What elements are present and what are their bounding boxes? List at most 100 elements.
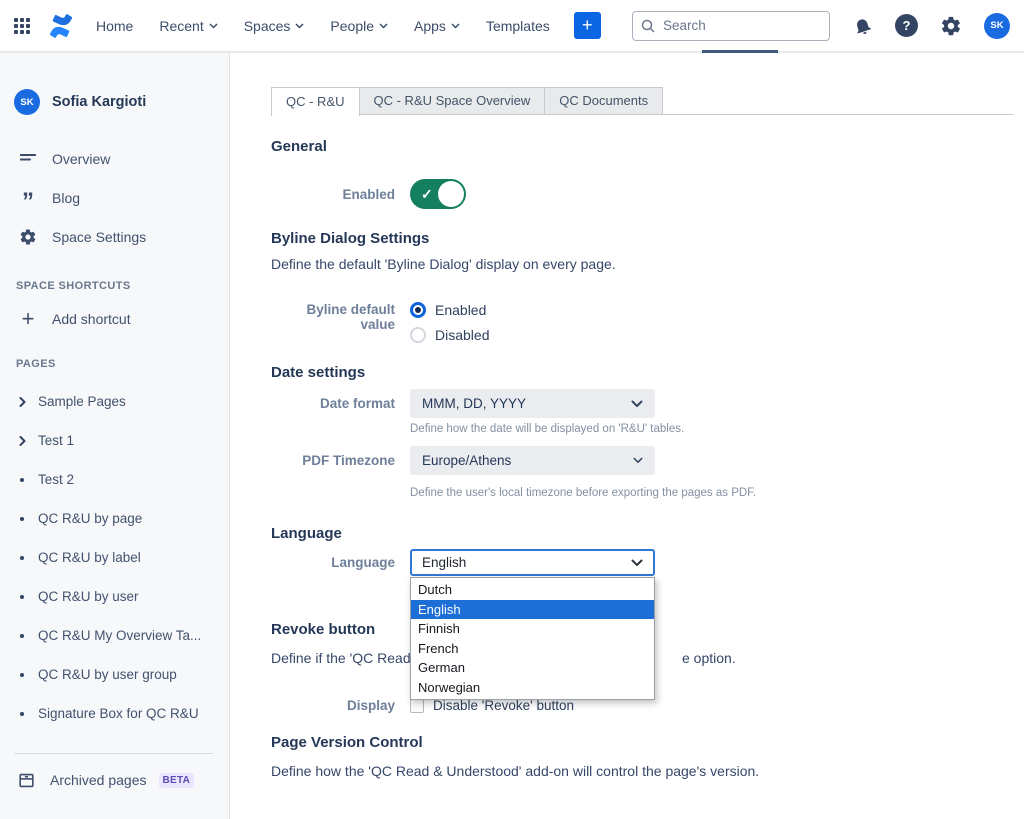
sidebar-item-label: Overview <box>52 151 110 167</box>
radio-option-disabled[interactable]: Disabled <box>410 327 489 343</box>
sidebar-nav: Overview ” Blog Space Settings <box>0 139 229 256</box>
date-format-label: Date format <box>271 396 395 411</box>
nav-spaces[interactable]: Spaces <box>244 18 305 34</box>
page-item[interactable]: QC R&U My Overview Ta... <box>0 616 229 655</box>
date-settings-heading: Date settings <box>271 364 1013 381</box>
nav-home[interactable]: Home <box>96 18 133 34</box>
dropdown-option-french[interactable]: French <box>411 639 654 659</box>
tab-qc-ru[interactable]: QC - R&U <box>271 87 360 116</box>
nav-people-label: People <box>330 18 374 34</box>
bullet-icon <box>16 478 28 482</box>
nav-people[interactable]: People <box>330 18 388 34</box>
revoke-description-left: Define if the 'QC Read & <box>271 650 424 666</box>
sidebar-item-overview[interactable]: Overview <box>0 139 229 178</box>
byline-default-label: Byline default value <box>271 302 395 332</box>
plus-icon: + <box>16 308 40 330</box>
disable-revoke-label: Disable 'Revoke' button <box>433 698 574 713</box>
search-input[interactable] <box>632 11 830 41</box>
language-row: Language English Dutch English Finnish F… <box>271 549 1013 576</box>
page-version-heading: Page Version Control <box>271 734 1013 751</box>
tab-qc-documents[interactable]: QC Documents <box>544 87 663 114</box>
radio-option-label: Disabled <box>435 327 489 343</box>
radio-option-enabled[interactable]: Enabled <box>410 302 489 318</box>
page-item-label: QC R&U by label <box>38 550 141 565</box>
blog-quote-icon: ” <box>16 197 40 207</box>
nav-apps-label: Apps <box>414 18 446 34</box>
page-item[interactable]: Signature Box for QC R&U <box>0 694 229 733</box>
user-avatar[interactable]: SK <box>984 13 1010 39</box>
language-select[interactable]: English <box>410 549 655 576</box>
sidebar-item-space-settings[interactable]: Space Settings <box>0 217 229 256</box>
beta-badge: BETA <box>159 773 195 788</box>
add-shortcut-label: Add shortcut <box>52 311 131 327</box>
pdf-timezone-value: Europe/Athens <box>422 453 511 468</box>
dropdown-option-german[interactable]: German <box>411 658 654 678</box>
byline-default-row: Byline default value Enabled Disabled <box>271 302 1013 343</box>
radio-selected-icon[interactable] <box>410 302 426 318</box>
settings-tabbar: QC - R&U QC - R&U Space Overview QC Docu… <box>271 87 1013 115</box>
page-item[interactable]: Test 1 <box>0 421 229 460</box>
language-value: English <box>422 555 466 570</box>
space-name: Sofia Kargioti <box>52 94 146 110</box>
settings-content: QC - R&U QC - R&U Space Overview QC Docu… <box>231 53 1024 819</box>
chevron-right-icon[interactable] <box>16 397 28 407</box>
search-icon <box>641 19 655 33</box>
disable-revoke-checkbox[interactable] <box>410 699 424 713</box>
help-icon[interactable]: ? <box>895 14 918 37</box>
nav-apps[interactable]: Apps <box>414 18 460 34</box>
date-format-row: Date format MMM, DD, YYYY <box>271 389 1013 418</box>
sidebar-item-blog[interactable]: ” Blog <box>0 178 229 217</box>
tab-qc-ru-space-overview[interactable]: QC - R&U Space Overview <box>359 87 546 114</box>
pdf-timezone-label: PDF Timezone <box>271 453 395 468</box>
page-item[interactable]: QC R&U by user group <box>0 655 229 694</box>
page-item[interactable]: Test 2 <box>0 460 229 499</box>
sidebar-divider <box>14 753 213 754</box>
pdf-timezone-row: PDF Timezone Europe/Athens <box>271 446 1013 475</box>
bullet-icon <box>16 595 28 599</box>
pages-list: Sample Pages Test 1 Test 2 QC R&U by pag… <box>0 382 229 733</box>
archived-pages-item[interactable]: Archived pages BETA <box>0 766 229 794</box>
notifications-bell-icon[interactable] <box>852 15 873 36</box>
display-label: Display <box>271 698 395 713</box>
topbar-right: ? SK <box>632 11 1010 41</box>
add-shortcut-button[interactable]: + Add shortcut <box>0 306 229 332</box>
radio-unselected-icon[interactable] <box>410 327 426 343</box>
top-nav: Home Recent Spaces People Apps Templates… <box>0 0 1024 53</box>
page-item[interactable]: QC R&U by label <box>0 538 229 577</box>
settings-gear-icon[interactable] <box>940 15 962 37</box>
page-version-description: Define how the 'QC Read & Understood' ad… <box>271 763 1013 779</box>
sidebar-item-label: Space Settings <box>52 229 146 245</box>
pdf-timezone-select[interactable]: Europe/Athens <box>410 446 655 475</box>
page-item-label: QC R&U by page <box>38 511 142 526</box>
enabled-toggle[interactable]: ✓ <box>410 179 466 209</box>
archive-box-icon <box>14 771 38 790</box>
pdf-timezone-helper: Define the user's local timezone before … <box>410 487 1013 499</box>
chevron-down-icon <box>379 23 388 29</box>
archived-pages-label: Archived pages <box>50 772 147 788</box>
page-item-label: Signature Box for QC R&U <box>38 706 199 721</box>
nav-recent[interactable]: Recent <box>159 18 217 34</box>
page-item-label: QC R&U by user group <box>38 667 177 682</box>
date-format-select[interactable]: MMM, DD, YYYY <box>410 389 655 418</box>
dropdown-option-finnish[interactable]: Finnish <box>411 619 654 639</box>
byline-heading: Byline Dialog Settings <box>271 230 1013 247</box>
create-button[interactable]: + <box>574 12 601 39</box>
bullet-icon <box>16 712 28 716</box>
app-switcher-icon[interactable] <box>14 18 30 34</box>
chevron-down-icon <box>631 400 643 408</box>
dropdown-option-dutch[interactable]: Dutch <box>411 580 654 600</box>
chevron-down-icon <box>631 559 643 567</box>
dropdown-option-norwegian[interactable]: Norwegian <box>411 678 654 698</box>
bullet-icon <box>16 634 28 638</box>
chevron-right-icon[interactable] <box>16 436 28 446</box>
nav-templates[interactable]: Templates <box>486 18 550 34</box>
page-item[interactable]: QC R&U by user <box>0 577 229 616</box>
chevron-down-icon <box>451 23 460 29</box>
overview-icon <box>16 150 40 168</box>
confluence-logo[interactable] <box>48 13 74 39</box>
dropdown-option-english[interactable]: English <box>411 600 654 620</box>
date-format-value: MMM, DD, YYYY <box>422 396 526 411</box>
page-item[interactable]: QC R&U by page <box>0 499 229 538</box>
page-item[interactable]: Sample Pages <box>0 382 229 421</box>
space-header[interactable]: SK Sofia Kargioti <box>0 53 229 115</box>
